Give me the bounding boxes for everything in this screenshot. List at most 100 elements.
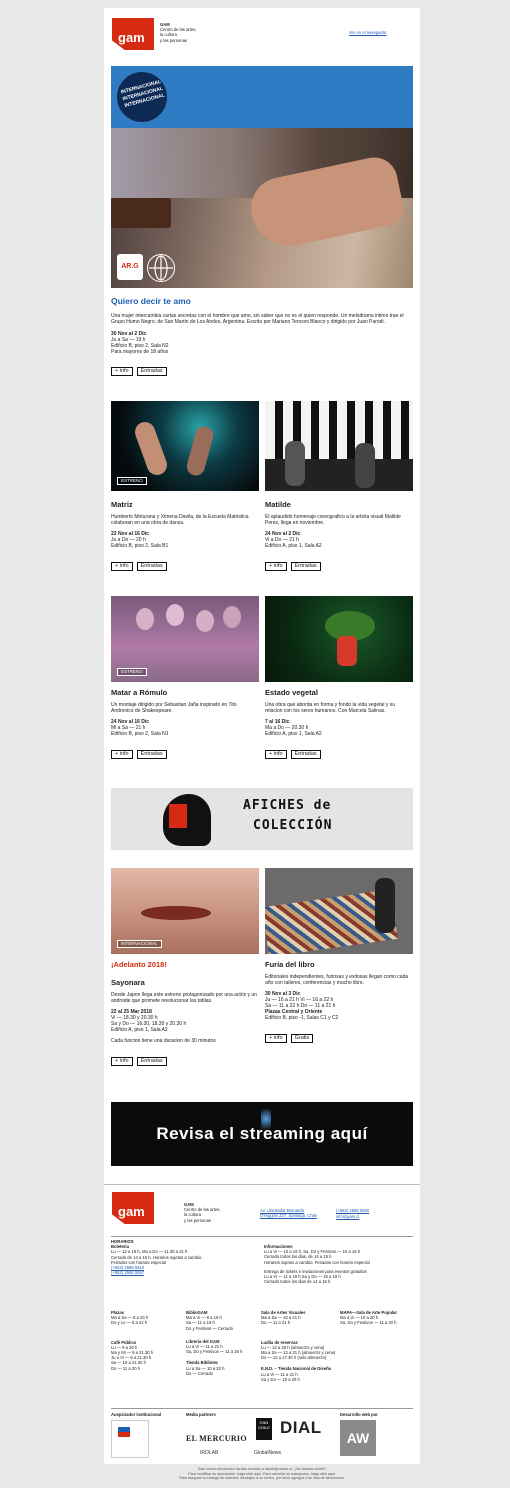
hours-line: Do — 12 a 17.30 h (solo almuerzo) <box>261 1355 327 1361</box>
email-link[interactable]: info@gam.cl <box>336 1214 359 1219</box>
svg-text:gam: gam <box>118 1204 145 1219</box>
event-place: Edificio B, piso 2, Sala B1 <box>111 543 169 549</box>
tickets-button[interactable]: Entradas <box>136 562 167 571</box>
hours-line: Do — 11 a 21 h <box>261 1320 291 1326</box>
hours-line: Do y Lu — 8 a 22 h <box>111 1320 148 1326</box>
event-card-furia-del-libro: Furia del libro Editoriales independient… <box>265 960 413 1044</box>
informaciones-block: Informaciones Lu a Vi — 10 a 19 h, Sa, D… <box>264 1244 414 1284</box>
aw-logo[interactable]: AW <box>340 1420 376 1456</box>
estreno-badge: ESTRENO <box>117 668 147 676</box>
internacional-badge: INTERNACIONAL <box>117 940 162 948</box>
hours-line: Sa, Do y Festivos — 11 a 20 h <box>186 1349 243 1355</box>
legal-line: Para asegurar la entrega de nuestros men… <box>179 1476 345 1481</box>
hours-col-a: Plazas Ma a Sa — 8 a 23 h Do y Lu — 8 a … <box>111 1310 183 1371</box>
gam-logo[interactable]: gam <box>112 18 154 50</box>
event-title[interactable]: Matilde <box>265 500 413 510</box>
matar-a-romulo-image[interactable]: ESTRENO <box>111 596 259 682</box>
event-card-estado-vegetal: Estado vegetal Una obra que aborda en fo… <box>265 688 413 760</box>
info-button[interactable]: + info <box>111 750 133 759</box>
feature-desc: Una mujer intercambia cartas secretas co… <box>111 313 404 325</box>
boleteria-block: HORARIOS Boleteria Lu — 12 a 19 h, Ma a … <box>111 1239 261 1275</box>
tickets-button[interactable]: Entradas <box>136 750 167 759</box>
address-link[interactable]: Av. Libertador Bernardo O'Higgins 227, S… <box>260 1208 322 1218</box>
event-title[interactable]: Furia del libro <box>265 960 413 970</box>
event-title[interactable]: Matar a Rómulo <box>111 688 259 698</box>
head-silhouette <box>163 794 211 846</box>
event-title[interactable]: Estado vegetal <box>265 688 413 698</box>
gam-footer-logo[interactable]: gam <box>112 1192 154 1224</box>
sayonara-image[interactable]: INTERNACIONAL <box>111 868 259 954</box>
tickets-button[interactable]: Entradas <box>136 367 167 376</box>
hours-line: Do — Cerrado <box>186 1370 213 1376</box>
feature-block: Quiero decir te amo Una mujer intercambi… <box>111 296 413 377</box>
international-stamp: INTERNACIONAL INTERNACIONAL INTERNACIONA… <box>117 72 167 122</box>
feature-age: Para mayores de 18 años <box>111 349 169 355</box>
legal-block: Este correo electronico ha sido enviado … <box>104 1467 420 1481</box>
event-title[interactable]: Matriz <box>111 500 259 510</box>
info-button[interactable]: + info <box>111 367 133 376</box>
gobierno-logo[interactable] <box>111 1420 149 1458</box>
event-place: Edificio A, piso 1, Sala A2 <box>111 1027 168 1033</box>
org-line: y las personas <box>160 37 187 43</box>
tickets-button[interactable]: Entradas <box>136 1057 167 1066</box>
matilde-image[interactable] <box>265 401 413 491</box>
org-block: GAM Centro de las artes, la cultura y la… <box>160 22 220 43</box>
box-object <box>111 198 171 228</box>
globalnews-logo[interactable]: GlobalNews <box>254 1450 281 1456</box>
org-line: y las personas <box>184 1217 211 1223</box>
tickets-button[interactable]: Entradas <box>290 750 321 759</box>
tickets-button[interactable]: Entradas <box>290 562 321 571</box>
event-place: Edificio A, piso 1, Sala A2 <box>265 543 322 549</box>
hours-col-c: Sala de Artes Visuales Ma a Sa — 10 a 21… <box>261 1310 337 1382</box>
info-button[interactable]: + info <box>265 1034 287 1043</box>
event-desc: Desde Japon llega este estreno protagoni… <box>111 992 257 1004</box>
event-card-matilde: Matilde El aplaudido homenaje coreografi… <box>265 500 413 572</box>
estreno-badge: ESTRENO <box>117 477 147 485</box>
info-button[interactable]: + info <box>265 750 287 759</box>
event-place: Edificio B, piso -1, Salas C1 y C2 <box>265 1015 339 1021</box>
hours-line: Cerrado todos los dias de 14 a 15 h <box>264 1279 331 1285</box>
hours-col-d: MAPA—Sala de Arte Popular Ma a Vi — 10 a… <box>340 1310 416 1326</box>
matriz-image[interactable]: ESTRENO <box>111 401 259 491</box>
phone-link[interactable]: (+562) 2566 5500 <box>336 1208 369 1213</box>
el-mercurio-logo[interactable]: EL MERCURIO <box>186 1434 247 1443</box>
venue-title: E.N.D. – Tienda Nacional de Diseño <box>261 1366 332 1372</box>
event-desc: Editoriales independientes, furiosas y e… <box>265 974 409 986</box>
hours-line: Do — 11 a 20 h <box>111 1365 141 1371</box>
event-desc: Humberto Moturana y Ximena Davila, de la… <box>111 514 249 526</box>
estado-vegetal-image[interactable] <box>265 596 413 682</box>
sayonara-kicker: ¡Adelanto 2018! <box>111 960 167 969</box>
event-desc: El aplaudido homenaje coreografico a la … <box>265 514 401 526</box>
event-card-sayonara: ¡Adelanto 2018! Sayonara Desde Japon lle… <box>111 960 259 1067</box>
furia-del-libro-image[interactable] <box>265 868 413 954</box>
dial-logo[interactable]: DIAL <box>280 1418 322 1438</box>
event-title[interactable]: Sayonara <box>111 978 259 988</box>
view-in-browser-link[interactable]: Ver en el navegador <box>349 30 386 35</box>
globe-icon <box>147 254 175 282</box>
sponsor-title: Auspiciador institucional <box>111 1412 162 1417</box>
hours-line: Sa, Do y Festivos — 11 a 20 h <box>340 1320 397 1326</box>
email-page: gam GAM Centro de las artes, la cultura … <box>104 8 420 1464</box>
hero-image[interactable]: AR.G <box>111 128 413 288</box>
irolab-logo[interactable]: IROLAB <box>200 1450 218 1456</box>
info-button[interactable]: + info <box>111 562 133 571</box>
event-desc: Una obra que aborda en forma y fondo la … <box>265 702 396 714</box>
free-button[interactable]: Gratis <box>290 1034 314 1043</box>
afiches-banner[interactable]: AFICHES de COLECCIÓN <box>111 788 413 850</box>
web-dev-title: Desarrollo web por <box>340 1412 378 1417</box>
feature-title[interactable]: Quiero decir te amo <box>111 296 413 307</box>
footer-org-block: GAM Centro de las artes, la cultura y la… <box>184 1202 244 1223</box>
svg-text:gam: gam <box>118 30 145 45</box>
streaming-banner[interactable]: Revisa el streaming aquí <box>111 1102 413 1166</box>
hours-line: Horarios sujetos a cambio. Feriados con … <box>264 1259 370 1265</box>
cnn-chile-logo[interactable]: CNN CHILE <box>256 1418 272 1440</box>
hours-line: Do y Festivos — Cerrado <box>186 1325 234 1331</box>
media-partners-title: Media partners <box>186 1412 216 1417</box>
info-button[interactable]: + info <box>111 1057 133 1066</box>
international-banner: INTERNACIONAL INTERNACIONAL INTERNACIONA… <box>111 66 413 128</box>
info-button[interactable]: + info <box>265 562 287 571</box>
event-place: Edificio A, piso 1, Sala A2 <box>265 731 322 737</box>
event-card-matar-a-romulo: Matar a Rómulo Un montaje dirigido por S… <box>111 688 259 760</box>
event-note: Cada funcion tiene una duracion de 30 mi… <box>111 1038 216 1044</box>
phone-link[interactable]: (+562) 2566 5557 <box>111 1270 144 1275</box>
